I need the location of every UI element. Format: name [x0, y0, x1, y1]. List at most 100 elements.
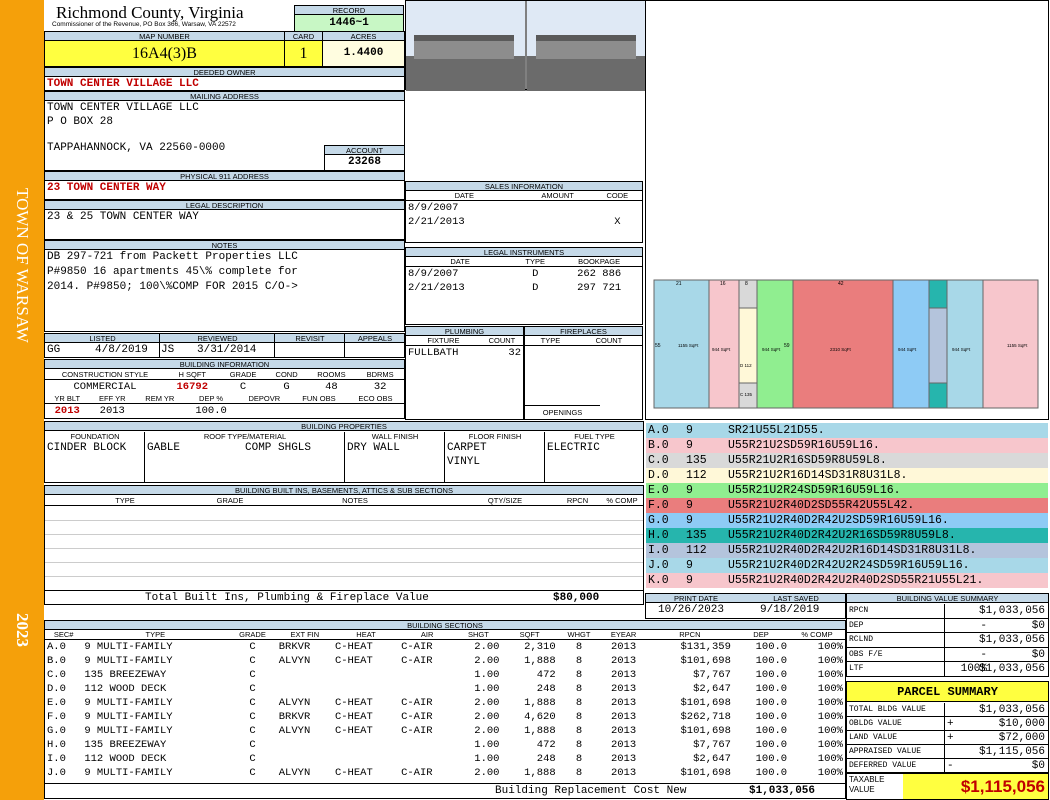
sketch-code: C.0 [648, 454, 669, 467]
table-row: 8/9/2007 [406, 201, 642, 216]
sketch-row: E.0 9 U55R21U2R24SD59R16U59L16. [646, 483, 1048, 498]
section-cell: C-HEAT [334, 641, 373, 653]
section-cell: ALVYN [278, 767, 311, 779]
bi-h-funobs: FUN OBS [291, 394, 347, 404]
sketch-vector: U55R21U2R24SD59R16U59L16. [728, 484, 901, 497]
section-cell: BRKVR [278, 641, 311, 653]
li-h-type: TYPE [514, 257, 557, 267]
sketch-vector: U55R21U2R40D2R42U2SD59R16U59L16. [728, 514, 949, 527]
sketch-vector: U55R21U2R40D2R42U2R24SD59R16U59L16. [728, 559, 970, 572]
bi-grade: C [239, 381, 247, 393]
section-cell: 2.00 [474, 767, 500, 779]
section-cell: $101,698 [680, 767, 731, 779]
building-photo [406, 1, 646, 91]
sketch-label-g: 944 SqFt [898, 347, 917, 352]
section-cell: C-HEAT [334, 711, 373, 723]
appeals-label: APPEALS [357, 334, 393, 343]
section-cell: C [249, 711, 256, 723]
sales-label: SALES INFORMATION [406, 182, 642, 191]
section-cell: $101,698 [680, 655, 731, 667]
section-header: SHGT [455, 630, 502, 640]
section-header: HEAT [332, 630, 400, 640]
section-cell: C-HEAT [334, 697, 373, 709]
section-cell: 1,888 [524, 655, 556, 667]
sketch-row: H.0 135 U55R21U2R40D2R42U2R16SD59R8U59L8. [646, 528, 1048, 543]
summary-value: $1,115,056 [978, 746, 1045, 758]
sketch-label-a: 1155 SqFt [678, 343, 699, 348]
li-date: 2/21/2013 [408, 282, 465, 294]
section-cell: 9 MULTI-FAMILY [84, 711, 173, 723]
summary-row: DEFERRED VALUE - $0 [847, 759, 1048, 773]
pl-count: 32 [508, 347, 521, 359]
summary-row: APPRAISED VALUE $1,115,056 [847, 745, 1048, 759]
property-photos [405, 0, 646, 91]
sketch-type: 9 [686, 574, 693, 587]
sketch-label-d: D 112 [740, 363, 752, 368]
bi-cond: G [283, 381, 290, 393]
account-label: ACCOUNT [325, 146, 404, 155]
sketch-code: H.0 [648, 529, 669, 542]
review-box: LISTED REVIEWED REVISIT APPEALS GG 4/8/2… [44, 333, 405, 358]
notes-line-1: DB 297-721 from Packett Properties LLC [47, 251, 298, 263]
section-cell: C [249, 767, 256, 779]
listed-by: GG [47, 344, 61, 356]
bp-foundation: CINDER BLOCK [47, 442, 127, 454]
sketch-type: 112 [686, 544, 707, 557]
legal-instruments-label: LEGAL INSTRUMENTS [406, 248, 642, 257]
section-cell: C-AIR [401, 641, 433, 653]
section-cell: 1.00 [474, 669, 500, 681]
sales-h-date: DATE [406, 191, 523, 201]
summary-label: TOTAL BLDG VALUE [849, 705, 926, 714]
notes-line-2: P#9850 16 apartments 45\% complete for [47, 266, 298, 278]
sketch-type: 9 [686, 499, 693, 512]
plumbing-table: FIXTURE COUNT FULLBATH 32 [406, 336, 523, 360]
print-box: PRINT DATE LAST SAVED 10/26/2023 9/18/20… [645, 593, 846, 619]
section-cell: $2,647 [693, 683, 731, 695]
section-cell: 8 [575, 739, 583, 751]
notes-line-3: 2014. P#9850; 100\%COMP FOR 2015 C/O-> [47, 281, 298, 293]
listed-label: LISTED [89, 334, 116, 343]
legal-instruments-box: LEGAL INSTRUMENTS DATE TYPE BOOKPAGE 8/9/2… [405, 247, 643, 325]
bp-roof-material: COMP SHGLS [245, 442, 312, 454]
bi-style: COMMERCIAL [73, 381, 137, 393]
section-cell: 100% [817, 669, 843, 681]
sales-h-amount: AMOUNT [522, 191, 593, 201]
table-row: J.0 9 MULTI-FAMILY C ALVYN C-HEAT C-AIR 2.00 1,… [45, 766, 845, 780]
plumbing-label: PLUMBING [406, 327, 523, 336]
building-info-box: BUILDING INFORMATION CONSTRUCTION STYLE … [44, 359, 405, 419]
section-cell: E.0 [47, 697, 66, 709]
section-cell: 1.00 [474, 683, 500, 695]
bi-h-ecoobs: ECO OBS [346, 394, 404, 404]
section-cell: C-HEAT [334, 767, 373, 779]
bins-h-type: TYPE [45, 496, 205, 506]
summary-sign: - [980, 648, 987, 661]
physical-box: PHYSICAL 911 ADDRESS 23 TOWN CENTER WAY [44, 171, 405, 200]
bi-h-cond: COND [266, 370, 307, 380]
sections-total-label: Building Replacement Cost New [495, 785, 687, 797]
account-number: 23268 [347, 156, 381, 168]
section-cell [277, 738, 333, 752]
sketch-dim-16: 16 [720, 281, 726, 287]
sketch-dim-59: 59 [784, 343, 790, 349]
sketch-type: 112 [686, 469, 707, 482]
table-row: E.0 9 MULTI-FAMILY C ALVYN C-HEAT C-AIR 2.00 1,… [45, 696, 845, 710]
taxable-value: $1,115,056 [903, 774, 1048, 799]
summary-value: $1,033,056 [978, 634, 1045, 646]
sketch-code: I.0 [648, 544, 669, 557]
section-cell: 2.00 [474, 655, 500, 667]
section-cell: 135 BREEZEWAY [84, 739, 167, 751]
section-cell: C-HEAT [334, 655, 373, 667]
sketch-code: G.0 [648, 514, 669, 527]
section-cell: 1,888 [524, 767, 556, 779]
summary-label: OBLDG VALUE [849, 719, 902, 728]
sketch-vector: U55R21U2R40D2SD55R42U55L42. [728, 499, 915, 512]
sketch-type: 135 [686, 454, 707, 467]
section-cell: 8 [575, 641, 583, 653]
sale-amount [523, 215, 593, 229]
bi-yrblt: 2013 [54, 405, 80, 417]
sketch-vector: SR21U55L21D55. [728, 424, 825, 437]
sketch-type: 9 [686, 424, 693, 437]
section-cell [333, 668, 399, 682]
card-number: 1 [285, 41, 323, 66]
table-row: 8/9/2007 D 262 886 [406, 267, 642, 282]
